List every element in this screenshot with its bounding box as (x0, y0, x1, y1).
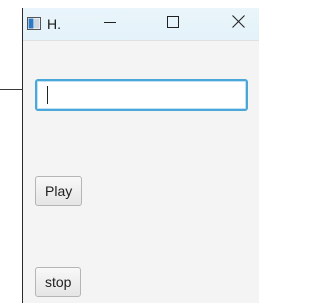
minimize-icon (104, 15, 116, 33)
background-line (0, 89, 22, 90)
play-button[interactable]: Play (35, 176, 83, 206)
app-window-icon (27, 17, 41, 30)
minimize-button[interactable] (93, 8, 127, 40)
close-button[interactable] (221, 8, 255, 40)
stop-button[interactable]: stop (35, 267, 82, 297)
text-caret (47, 86, 48, 104)
text-input[interactable] (35, 79, 248, 111)
close-icon (231, 15, 245, 33)
window-content: Play stop (23, 41, 259, 303)
maximize-icon (167, 15, 179, 33)
maximize-button[interactable] (156, 8, 190, 40)
title-bar[interactable]: H. (23, 8, 259, 41)
window-title: H. (47, 16, 61, 32)
app-window: H. Play stop (22, 8, 259, 303)
desktop-background: H. Play stop (0, 0, 259, 303)
